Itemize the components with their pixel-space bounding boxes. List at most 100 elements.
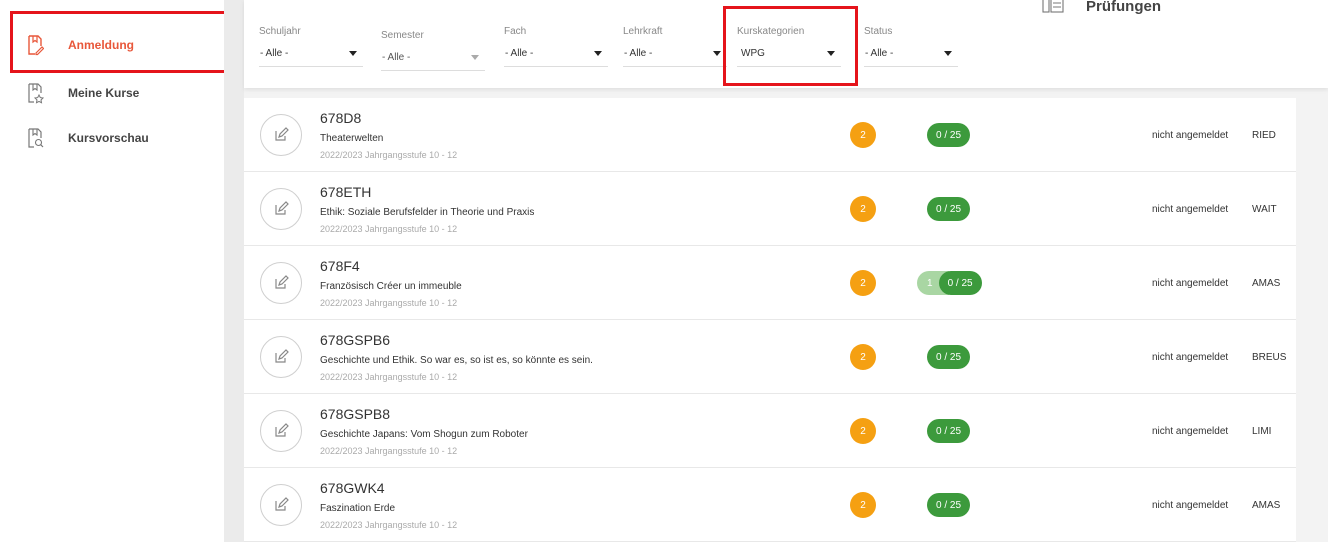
filter-label: Lehrkraft [623, 26, 663, 37]
registration-status: nicht angemeldet [1152, 500, 1229, 511]
filter-lehrkraft: Lehrkraft - Alle - [623, 26, 727, 67]
course-title: Faszination Erde [320, 503, 396, 514]
filter-status: Status - Alle - [864, 26, 958, 67]
filter-fach: Fach - Alle - [504, 26, 608, 67]
course-code: 678GSPB6 [320, 332, 391, 348]
chevron-down-icon [594, 51, 602, 56]
highlight-box [10, 11, 234, 73]
course-code: 678F4 [320, 258, 360, 274]
capacity-pill: 0 / 25 [927, 123, 971, 147]
registration-status: nicht angemeldet [1152, 352, 1229, 363]
select-value: - Alle - [505, 48, 534, 59]
course-subtitle: 2022/2023 Jahrgangsstufe 10 - 12 [320, 372, 458, 382]
course-title: Geschichte und Ethik. So war es, so ist … [320, 355, 593, 366]
my-courses-icon [26, 82, 45, 104]
sidebar-item-kursvorschau[interactable]: Kursvorschau [26, 127, 149, 149]
filter-label: Status [864, 26, 893, 37]
teacher-code: WAIT [1252, 204, 1277, 215]
course-title: Theaterwelten [320, 133, 384, 144]
course-list: 678D8 Theaterwelten 2022/2023 Jahrgangss… [244, 98, 1296, 542]
edit-button[interactable] [260, 336, 302, 378]
pencil-icon [275, 201, 289, 215]
course-row[interactable]: 678GSPB6 Geschichte und Ethik. So war es… [244, 320, 1296, 394]
edit-button[interactable] [260, 410, 302, 452]
chevron-down-icon [471, 55, 479, 60]
teacher-code: AMAS [1252, 500, 1281, 511]
count-badge: 2 [850, 344, 876, 370]
chevron-down-icon [713, 51, 721, 56]
chevron-down-icon [349, 51, 357, 56]
select-value: - Alle - [260, 48, 289, 59]
course-subtitle: 2022/2023 Jahrgangsstufe 10 - 12 [320, 150, 458, 160]
course-title: Geschichte Japans: Vom Shogun zum Robote… [320, 429, 528, 440]
course-title: Französisch Créer un immeuble [320, 281, 462, 292]
capacity-pill: 1 0 / 25 [917, 271, 982, 295]
course-code: 678D8 [320, 110, 362, 126]
pencil-icon [275, 127, 289, 141]
pencil-icon [275, 349, 289, 363]
course-row[interactable]: 678F4 Französisch Créer un immeuble 2022… [244, 246, 1296, 320]
sidebar-item-label: Meine Kurse [68, 86, 140, 100]
course-subtitle: 2022/2023 Jahrgangsstufe 10 - 12 [320, 446, 458, 456]
course-subtitle: 2022/2023 Jahrgangsstufe 10 - 12 [320, 224, 458, 234]
lehrkraft-select[interactable]: - Alle - [623, 41, 727, 67]
sidebar-item-meine-kurse[interactable]: Meine Kurse [26, 82, 139, 104]
teacher-code: RIED [1252, 130, 1276, 141]
filter-label: Semester [381, 30, 424, 41]
pruefungen-label: Prüfungen [1086, 0, 1161, 15]
registration-status: nicht angemeldet [1152, 426, 1229, 437]
filter-schuljahr: Schuljahr - Alle - [259, 26, 363, 67]
count-badge: 2 [850, 492, 876, 518]
course-row[interactable]: 678GSPB8 Geschichte Japans: Vom Shogun z… [244, 394, 1296, 468]
exam-list-icon [1042, 0, 1064, 21]
edit-button[interactable] [260, 262, 302, 304]
capacity-pill: 0 / 25 [927, 419, 971, 443]
course-code: 678ETH [320, 184, 372, 200]
count-badge: 2 [850, 418, 876, 444]
teacher-code: LIMI [1252, 426, 1272, 437]
course-subtitle: 2022/2023 Jahrgangsstufe 10 - 12 [320, 520, 458, 530]
edit-button[interactable] [260, 484, 302, 526]
capacity-pill: 0 / 25 [927, 493, 971, 517]
teacher-code: BREUS [1252, 352, 1287, 363]
fach-select[interactable]: - Alle - [504, 41, 608, 67]
capacity-pill: 0 / 25 [927, 345, 971, 369]
select-value: - Alle - [624, 48, 653, 59]
capacity-value: 0 / 25 [938, 271, 982, 295]
pencil-icon [275, 275, 289, 289]
status-select[interactable]: - Alle - [864, 41, 958, 67]
edit-button[interactable] [260, 188, 302, 230]
registration-status: nicht angemeldet [1152, 130, 1229, 141]
chevron-down-icon [944, 51, 952, 56]
sidebar-divider [224, 0, 244, 542]
course-row[interactable]: 678D8 Theaterwelten 2022/2023 Jahrgangss… [244, 98, 1296, 172]
capacity-pill: 0 / 25 [927, 197, 971, 221]
course-row[interactable]: 678ETH Ethik: Soziale Berufsfelder in Th… [244, 172, 1296, 246]
course-preview-icon [26, 127, 44, 149]
count-badge: 2 [850, 270, 876, 296]
pencil-icon [275, 423, 289, 437]
sidebar: Anmeldung Meine Kurse Kursvorschau [0, 0, 234, 542]
filter-semester: Semester - Alle - [381, 30, 485, 71]
select-value: - Alle - [382, 52, 411, 63]
schuljahr-select[interactable]: - Alle - [259, 41, 363, 67]
highlight-box [723, 6, 858, 86]
pencil-icon [275, 497, 289, 511]
teacher-code: AMAS [1252, 278, 1281, 289]
course-title: Ethik: Soziale Berufsfelder in Theorie u… [320, 207, 535, 218]
course-row[interactable]: 678GWK4 Faszination Erde 2022/2023 Jahrg… [244, 468, 1296, 542]
count-badge: 2 [850, 122, 876, 148]
course-code: 678GSPB8 [320, 406, 391, 422]
sidebar-item-label: Kursvorschau [68, 131, 149, 145]
select-value: - Alle - [865, 48, 894, 59]
course-code: 678GWK4 [320, 480, 385, 496]
semester-select[interactable]: - Alle - [381, 45, 485, 71]
edit-button[interactable] [260, 114, 302, 156]
pruefungen-link[interactable]: Prüfungen [1042, 0, 1161, 21]
registration-status: nicht angemeldet [1152, 278, 1229, 289]
course-subtitle: 2022/2023 Jahrgangsstufe 10 - 12 [320, 298, 458, 308]
registration-status: nicht angemeldet [1152, 204, 1229, 215]
count-badge: 2 [850, 196, 876, 222]
filter-label: Schuljahr [259, 26, 301, 37]
filter-label: Fach [504, 26, 527, 37]
